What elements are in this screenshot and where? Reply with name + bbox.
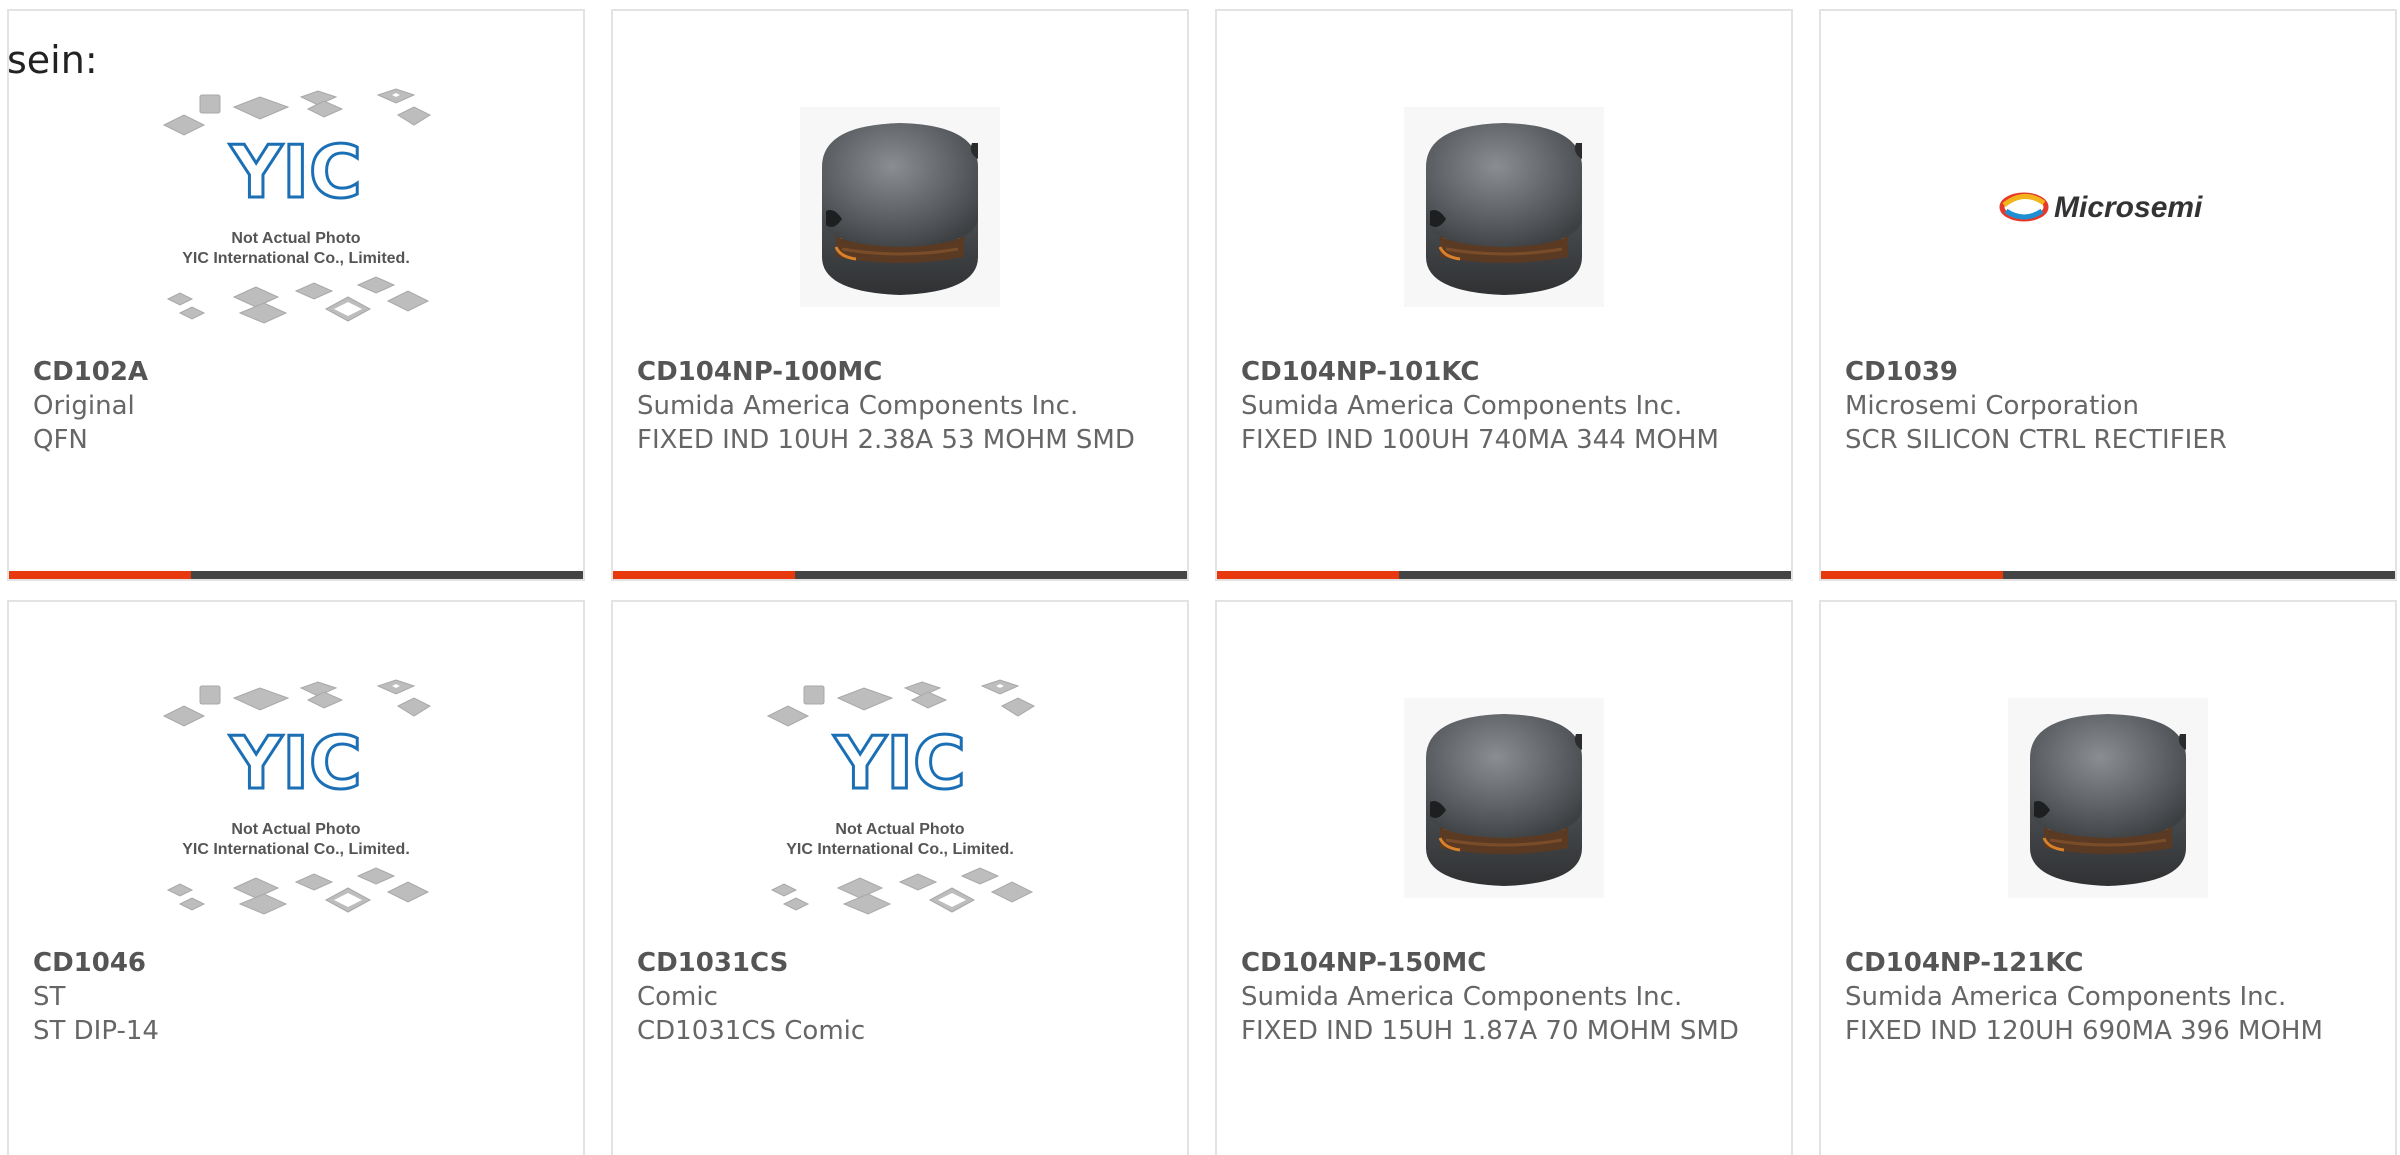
- product-description: CD1031CS Comic: [637, 1016, 866, 1046]
- product-manufacturer: Original: [33, 391, 135, 421]
- product-part-number[interactable]: CD1031CS: [637, 946, 1147, 980]
- svg-text:YIC International Co., Limited: YIC International Co., Limited.: [182, 841, 410, 858]
- svg-text:Microsemi: Microsemi: [2054, 191, 2203, 224]
- inductor-image: [2008, 698, 2208, 898]
- product-card[interactable]: CD104NP-150MC Sumida America Components I…: [1215, 600, 1793, 1155]
- product-info: CD1046 ST ST DIP-14: [33, 946, 543, 1048]
- card-accent-bar: [1821, 571, 2395, 579]
- product-part-number[interactable]: CD104NP-101KC: [1241, 355, 1751, 389]
- product-info: CD104NP-101KC Sumida America Components I…: [1241, 355, 1751, 457]
- product-description: FIXED IND 120UH 690MA 396 MOHM: [1845, 1016, 2323, 1046]
- product-manufacturer: ST: [33, 982, 66, 1012]
- svg-text:YIC: YIC: [229, 721, 362, 805]
- card-accent-bar: [1217, 571, 1791, 579]
- product-thumbnail[interactable]: [613, 57, 1187, 357]
- product-grid-page: sein: YIC Not Actual Photo YIC Internati…: [0, 0, 2400, 1155]
- product-card[interactable]: CD104NP-101KC Sumida America Components I…: [1215, 9, 1793, 581]
- product-part-number[interactable]: CD1046: [33, 946, 543, 980]
- product-thumbnail[interactable]: Microsemi: [1821, 57, 2395, 357]
- product-thumbnail[interactable]: [1217, 648, 1791, 948]
- microsemi-logo: Microsemi: [1999, 191, 2203, 224]
- placeholder-image: YIC Not Actual Photo YIC International C…: [162, 88, 432, 324]
- product-description: SCR SILICON CTRL RECTIFIER: [1845, 425, 2227, 455]
- card-accent-highlight: [613, 571, 795, 579]
- product-thumbnail[interactable]: [1217, 57, 1791, 357]
- card-accent-highlight: [9, 571, 191, 579]
- product-manufacturer: Sumida America Components Inc.: [1241, 982, 1683, 1012]
- product-thumbnail[interactable]: YIC Not Actual Photo YIC International C…: [613, 648, 1187, 948]
- product-description: ST DIP-14: [33, 1016, 159, 1046]
- product-part-number[interactable]: CD1039: [1845, 355, 2355, 389]
- product-card[interactable]: YIC Not Actual Photo YIC International C…: [611, 600, 1189, 1155]
- card-accent-bar: [613, 571, 1187, 579]
- card-accent-highlight: [1217, 571, 1399, 579]
- product-description: QFN: [33, 425, 88, 455]
- product-card[interactable]: CD104NP-121KC Sumida America Components I…: [1819, 600, 2397, 1155]
- svg-text:Not Actual Photo: Not Actual Photo: [231, 821, 360, 838]
- product-description: FIXED IND 100UH 740MA 344 MOHM: [1241, 425, 1719, 455]
- product-card[interactable]: CD104NP-100MC Sumida America Components I…: [611, 9, 1189, 581]
- product-info: CD104NP-150MC Sumida America Components I…: [1241, 946, 1751, 1048]
- product-info: CD104NP-121KC Sumida America Components I…: [1845, 946, 2355, 1048]
- product-card[interactable]: YIC Not Actual Photo YIC International C…: [7, 600, 585, 1155]
- product-part-number[interactable]: CD104NP-150MC: [1241, 946, 1751, 980]
- svg-text:YIC: YIC: [229, 130, 362, 214]
- placeholder-image: YIC Not Actual Photo YIC International C…: [766, 679, 1036, 915]
- product-description: FIXED IND 15UH 1.87A 70 MOHM SMD: [1241, 1016, 1739, 1046]
- svg-text:YIC International Co., Limited: YIC International Co., Limited.: [182, 250, 410, 267]
- prefix-text: sein:: [7, 38, 98, 82]
- product-part-number[interactable]: CD104NP-121KC: [1845, 946, 2355, 980]
- product-manufacturer: Sumida America Components Inc.: [1845, 982, 2287, 1012]
- product-thumbnail[interactable]: YIC Not Actual Photo YIC International C…: [9, 57, 583, 357]
- product-thumbnail[interactable]: [1821, 648, 2395, 948]
- svg-text:YIC International Co., Limited: YIC International Co., Limited.: [786, 841, 1014, 858]
- product-info: CD102A Original QFN: [33, 355, 543, 457]
- inductor-image: [1404, 107, 1604, 307]
- placeholder-image: YIC Not Actual Photo YIC International C…: [162, 679, 432, 915]
- product-thumbnail[interactable]: YIC Not Actual Photo YIC International C…: [9, 648, 583, 948]
- product-card[interactable]: Microsemi CD1039 Microsemi Corporation SCR…: [1819, 9, 2397, 581]
- svg-text:Not Actual Photo: Not Actual Photo: [835, 821, 964, 838]
- inductor-image: [800, 107, 1000, 307]
- svg-text:YIC: YIC: [833, 721, 966, 805]
- product-manufacturer: Sumida America Components Inc.: [637, 391, 1079, 421]
- product-part-number[interactable]: CD102A: [33, 355, 543, 389]
- product-manufacturer: Sumida America Components Inc.: [1241, 391, 1683, 421]
- product-info: CD1031CS Comic CD1031CS Comic: [637, 946, 1147, 1048]
- product-manufacturer: Comic: [637, 982, 718, 1012]
- product-card[interactable]: YIC Not Actual Photo YIC International C…: [7, 9, 585, 581]
- svg-text:Not Actual Photo: Not Actual Photo: [231, 230, 360, 247]
- card-accent-highlight: [1821, 571, 2003, 579]
- product-info: CD104NP-100MC Sumida America Components I…: [637, 355, 1147, 457]
- product-manufacturer: Microsemi Corporation: [1845, 391, 2139, 421]
- inductor-image: [1404, 698, 1604, 898]
- product-description: FIXED IND 10UH 2.38A 53 MOHM SMD: [637, 425, 1135, 455]
- card-accent-bar: [9, 571, 583, 579]
- product-part-number[interactable]: CD104NP-100MC: [637, 355, 1147, 389]
- product-info: CD1039 Microsemi Corporation SCR SILICON C…: [1845, 355, 2355, 457]
